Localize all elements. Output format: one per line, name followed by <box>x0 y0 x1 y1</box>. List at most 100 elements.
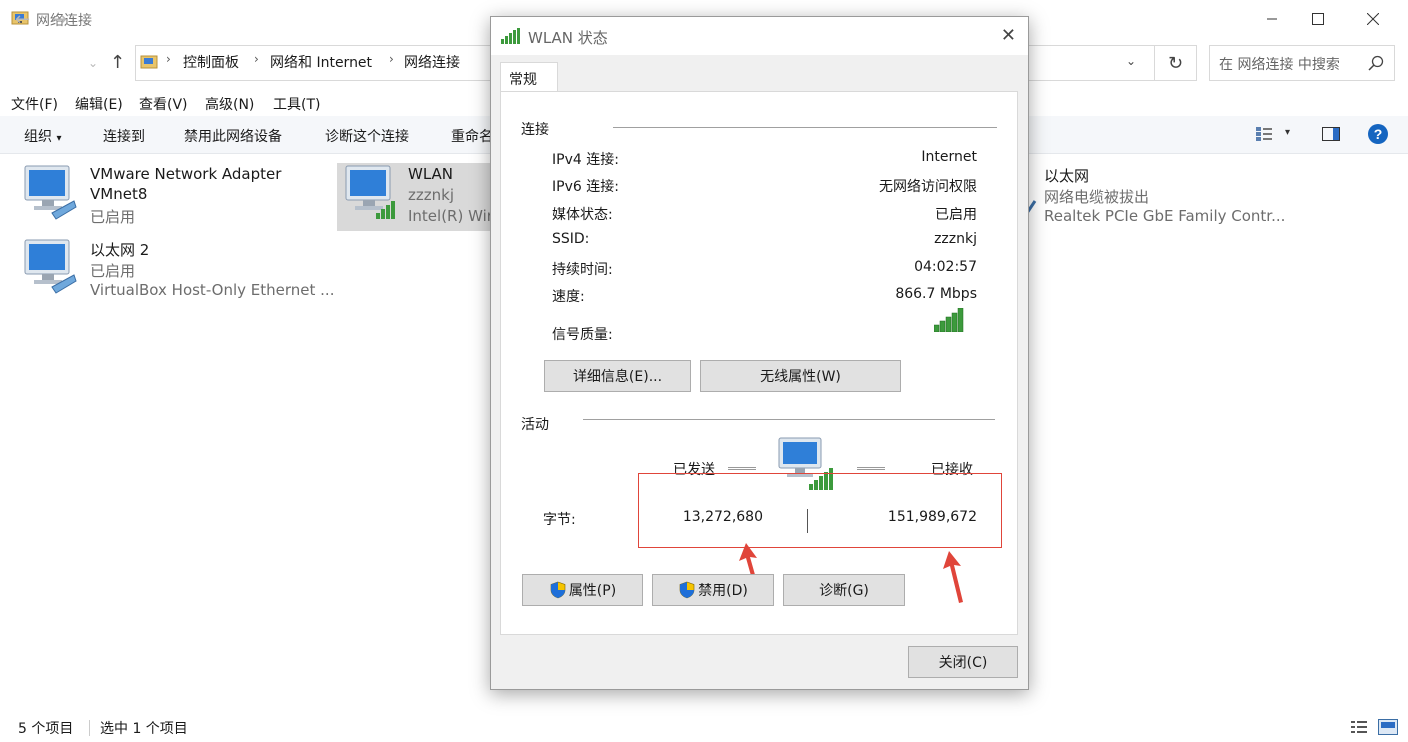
duration-label: 持续时间: <box>552 262 613 278</box>
organize-label: 组织 <box>24 129 52 145</box>
maximize-icon <box>1312 13 1324 25</box>
recent-chevron-icon[interactable]: ⌄ <box>88 56 98 70</box>
menu-view[interactable]: 查看(V) <box>139 94 188 114</box>
connection-item-vmnet8[interactable]: VMware Network Adapter VMnet8 已启用 <box>22 163 322 226</box>
dialog-title: WLAN 状态 <box>528 29 608 47</box>
ipv4-label: IPv4 连接: <box>552 152 619 168</box>
preview-pane-icon[interactable] <box>1322 127 1340 141</box>
connection-item-ethernet2[interactable]: 以太网 2 已启用 VirtualBox Host-Only Ethernet … <box>22 237 342 301</box>
svg-text:?: ? <box>1374 126 1383 142</box>
tab-general[interactable]: 常规 <box>500 62 558 92</box>
close-icon <box>1367 13 1379 25</box>
search-input[interactable]: 在 网络连接 中搜索 <box>1209 45 1395 81</box>
ssid-value: zzznkj <box>934 231 977 247</box>
signal-bars-icon <box>934 308 964 332</box>
annotation-arrow-icon <box>943 551 963 603</box>
general-panel: 连接 IPv4 连接: Internet IPv6 连接: 无网络访问权限 媒体… <box>500 91 1018 635</box>
maximize-button[interactable] <box>1295 0 1341 38</box>
breadcrumb-separator-icon: › <box>389 52 394 66</box>
address-dropdown-icon[interactable]: ⌄ <box>1126 54 1136 68</box>
ipv4-value: Internet <box>921 149 977 165</box>
speed-label: 速度: <box>552 289 585 305</box>
disable-device-button[interactable]: 禁用此网络设备 <box>184 126 282 146</box>
dropdown-arrow-icon: ▾ <box>56 133 62 144</box>
connection-name: 以太网 <box>1044 167 1090 185</box>
rename-button[interactable]: 重命名 <box>451 126 493 146</box>
media-state-value: 已启用 <box>935 207 977 223</box>
view-dropdown-icon[interactable]: ▾ <box>1285 127 1290 138</box>
activity-group-title: 活动 <box>521 417 549 433</box>
up-arrow-icon[interactable]: ↑ <box>110 52 125 73</box>
status-divider <box>89 720 90 736</box>
ssid-label: SSID: <box>552 231 590 247</box>
connect-to-button[interactable]: 连接到 <box>103 126 145 146</box>
status-bar: 5 个项目 选中 1 个项目 <box>0 712 1408 742</box>
minimize-button[interactable] <box>1249 0 1295 38</box>
network-adapter-icon <box>24 239 77 294</box>
view-options-icon[interactable] <box>1255 126 1273 142</box>
tiles-view-icon[interactable] <box>1378 719 1398 735</box>
help-icon[interactable]: ? <box>1367 123 1389 145</box>
close-button[interactable] <box>1350 0 1396 38</box>
close-dialog-button[interactable]: 关闭(C) <box>908 646 1018 678</box>
breadcrumb-separator-icon: › <box>254 52 259 66</box>
wireless-adapter-icon <box>345 165 395 219</box>
disable-button[interactable]: 禁用(D) <box>652 574 774 606</box>
group-divider <box>583 419 995 420</box>
connection-status: 网络电缆被拔出 <box>1044 188 1150 206</box>
connection-status: zzznkj <box>408 186 454 204</box>
menu-edit[interactable]: 编辑(E) <box>75 94 123 114</box>
connection-status: 已启用 <box>90 262 136 280</box>
menu-file[interactable]: 文件(F) <box>11 94 58 114</box>
diagnose-connection-button[interactable]: 诊断这个连接 <box>325 126 409 146</box>
connection-name: VMware Network Adapter <box>90 165 282 183</box>
bytes-received-value: 151,989,672 <box>887 509 977 525</box>
tab-general-label: 常规 <box>509 72 537 88</box>
connection-name: 以太网 2 <box>90 241 150 259</box>
connection-device: VirtualBox Host-Only Ethernet ... <box>90 281 335 299</box>
wlan-status-dialog: WLAN 状态 ✕ 常规 连接 IPv4 连接: Internet IPv6 连… <box>490 16 1029 690</box>
details-button[interactable]: 详细信息(E)... <box>544 360 691 392</box>
wifi-signal-icon <box>501 28 520 44</box>
received-line <box>857 467 885 470</box>
wireless-properties-button[interactable]: 无线属性(W) <box>700 360 901 392</box>
group-divider <box>613 127 997 128</box>
back-arrow-icon[interactable]: ← <box>15 9 30 30</box>
uac-shield-icon <box>679 581 695 599</box>
menu-advanced[interactable]: 高级(N) <box>205 94 254 114</box>
breadcrumb-network-connections[interactable]: 网络连接 <box>404 52 460 72</box>
duration-value: 04:02:57 <box>914 259 977 275</box>
connection-device: Intel(R) Wire <box>408 207 502 225</box>
menu-tools[interactable]: 工具(T) <box>273 94 320 114</box>
details-view-icon[interactable] <box>1350 720 1368 734</box>
breadcrumb-separator-icon: › <box>166 52 171 66</box>
connection-item-wlan[interactable]: WLAN zzznkj Intel(R) Wire <box>337 163 502 231</box>
diagnose-button[interactable]: 诊断(G) <box>783 574 905 606</box>
bytes-divider <box>807 509 808 533</box>
connection-name-line2: VMnet8 <box>90 185 148 203</box>
ipv6-value: 无网络访问权限 <box>879 179 977 195</box>
selected-count: 选中 1 个项目 <box>100 721 188 737</box>
dialog-close-icon[interactable]: ✕ <box>1001 25 1016 46</box>
connection-status: 已启用 <box>90 208 136 226</box>
search-placeholder: 在 网络连接 中搜索 <box>1219 57 1340 73</box>
signal-quality-label: 信号质量: <box>552 327 613 343</box>
bytes-sent-value: 13,272,680 <box>682 509 763 525</box>
search-icon <box>1368 55 1384 71</box>
connection-name: WLAN <box>408 165 454 183</box>
connection-group-title: 连接 <box>521 122 549 138</box>
speed-value: 866.7 Mbps <box>895 286 977 302</box>
uac-shield-icon <box>550 581 566 599</box>
connection-item-ethernet[interactable]: 以太网 网络电缆被拔出 Realtek PCIe GbE Family Cont… <box>1025 163 1395 225</box>
disable-label: 禁用(D) <box>698 583 748 599</box>
breadcrumb-control-panel[interactable]: 控制面板 <box>183 52 239 72</box>
properties-button[interactable]: 属性(P) <box>522 574 643 606</box>
bytes-label: 字节: <box>543 512 576 528</box>
ipv6-label: IPv6 连接: <box>552 179 619 195</box>
network-adapter-icon <box>24 165 77 220</box>
organize-button[interactable]: 组织 ▾ <box>24 126 61 146</box>
forward-arrow-icon[interactable]: → <box>52 9 67 30</box>
breadcrumb-network-internet[interactable]: 网络和 Internet <box>270 52 372 72</box>
refresh-button[interactable]: ↻ <box>1155 45 1197 81</box>
refresh-icon: ↻ <box>1167 52 1184 74</box>
